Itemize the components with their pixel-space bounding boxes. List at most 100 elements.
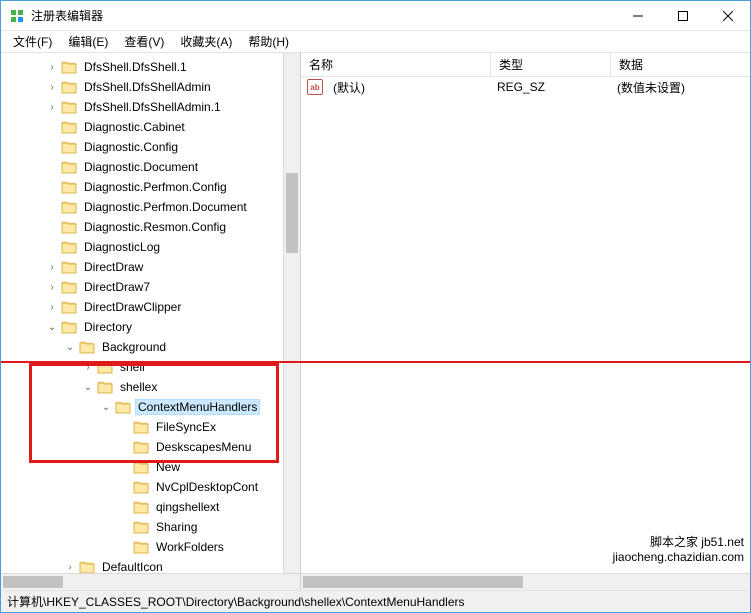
folder-icon xyxy=(61,140,77,154)
tree-node-label: New xyxy=(153,459,183,475)
menu-file[interactable]: 文件(F) xyxy=(5,31,60,52)
toggle-spacer xyxy=(117,500,131,514)
tree-node[interactable]: ›DirectDraw xyxy=(1,257,300,277)
value-data: (数值未设置) xyxy=(609,77,693,98)
tree-node[interactable]: ⌄shellex xyxy=(1,377,300,397)
folder-icon xyxy=(61,200,77,214)
expand-icon[interactable]: › xyxy=(81,360,95,374)
tree-node[interactable]: New xyxy=(1,457,300,477)
column-data[interactable]: 数据 xyxy=(611,52,750,77)
tree-node[interactable]: FileSyncEx xyxy=(1,417,300,437)
expand-icon[interactable]: › xyxy=(45,300,59,314)
statusbar: 计算机\HKEY_CLASSES_ROOT\Directory\Backgrou… xyxy=(1,590,750,612)
list-body[interactable]: ab (默认) REG_SZ (数值未设置) xyxy=(301,77,750,590)
expand-icon[interactable]: › xyxy=(45,260,59,274)
tree-node[interactable]: Diagnostic.Perfmon.Document xyxy=(1,197,300,217)
expand-icon[interactable]: › xyxy=(45,80,59,94)
tree-node[interactable]: NvCplDesktopCont xyxy=(1,477,300,497)
minimize-button[interactable] xyxy=(615,1,660,30)
tree-node[interactable]: DiagnosticLog xyxy=(1,237,300,257)
scrollbar-thumb[interactable] xyxy=(303,576,523,588)
registry-tree[interactable]: ›DfsShell.DfsShell.1›DfsShell.DfsShellAd… xyxy=(1,53,300,590)
window-title: 注册表编辑器 xyxy=(31,7,615,24)
menu-edit[interactable]: 编辑(E) xyxy=(60,31,116,52)
tree-node-label: Diagnostic.Cabinet xyxy=(81,119,188,135)
scrollbar-thumb[interactable] xyxy=(3,576,63,588)
list-header: 名称 类型 数据 xyxy=(301,53,750,77)
list-item[interactable]: ab (默认) REG_SZ (数值未设置) xyxy=(301,77,750,97)
titlebar[interactable]: 注册表编辑器 xyxy=(1,1,750,31)
toggle-spacer xyxy=(45,240,59,254)
toggle-spacer xyxy=(45,220,59,234)
collapse-icon[interactable]: ⌄ xyxy=(99,400,113,414)
expand-icon[interactable]: › xyxy=(45,100,59,114)
toggle-spacer xyxy=(45,160,59,174)
tree-node[interactable]: Diagnostic.Config xyxy=(1,137,300,157)
tree-node-label: DfsShell.DfsShellAdmin.1 xyxy=(81,99,224,115)
tree-node[interactable]: qingshellext xyxy=(1,497,300,517)
folder-icon xyxy=(97,380,113,394)
content-area: ›DfsShell.DfsShell.1›DfsShell.DfsShellAd… xyxy=(1,53,750,590)
folder-icon xyxy=(115,400,131,414)
tree-node[interactable]: › DfsShell.DfsShell.1 xyxy=(1,57,300,77)
column-type[interactable]: 类型 xyxy=(491,52,611,77)
folder-icon xyxy=(97,360,113,374)
tree-node[interactable]: Diagnostic.Perfmon.Config xyxy=(1,177,300,197)
menubar: 文件(F) 编辑(E) 查看(V) 收藏夹(A) 帮助(H) xyxy=(1,31,750,53)
tree-node[interactable]: › DfsShell.DfsShellAdmin.1 xyxy=(1,97,300,117)
tree-node[interactable]: Sharing xyxy=(1,517,300,537)
folder-icon xyxy=(79,340,95,354)
tree-node[interactable]: ⌄ Directory xyxy=(1,317,300,337)
tree-node[interactable]: DeskscapesMenu xyxy=(1,437,300,457)
tree-node[interactable]: ⌄ContextMenuHandlers xyxy=(1,397,300,417)
tree-node-label: qingshellext xyxy=(153,499,222,515)
folder-icon xyxy=(61,100,77,114)
tree-pane: ›DfsShell.DfsShell.1›DfsShell.DfsShellAd… xyxy=(1,53,301,590)
menu-favorites[interactable]: 收藏夹(A) xyxy=(172,31,240,52)
tree-node-label: Diagnostic.Document xyxy=(81,159,201,175)
tree-node[interactable]: Diagnostic.Resmon.Config xyxy=(1,217,300,237)
tree-node-label: DfsShell.DfsShell.1 xyxy=(81,59,190,75)
expand-icon[interactable]: › xyxy=(45,280,59,294)
folder-icon xyxy=(61,260,77,274)
collapse-icon[interactable]: ⌄ xyxy=(63,340,77,354)
status-path: 计算机\HKEY_CLASSES_ROOT\Directory\Backgrou… xyxy=(7,593,465,610)
tree-node[interactable]: ›shell xyxy=(1,357,300,377)
tree-node-label: DirectDrawClipper xyxy=(81,299,184,315)
collapse-icon[interactable]: ⌄ xyxy=(81,380,95,394)
registry-editor-window: 注册表编辑器 文件(F) 编辑(E) 查看(V) 收藏夹(A) 帮助(H) ›D… xyxy=(0,0,751,613)
expand-icon[interactable]: › xyxy=(45,60,59,74)
tree-node[interactable]: ⌄Background xyxy=(1,337,300,357)
tree-node-label: DeskscapesMenu xyxy=(153,439,254,455)
folder-icon xyxy=(133,480,149,494)
tree-node[interactable]: ›DirectDraw7 xyxy=(1,277,300,297)
column-name[interactable]: 名称 xyxy=(301,52,491,77)
tree-node-label: NvCplDesktopCont xyxy=(153,479,261,495)
folder-icon xyxy=(61,120,77,134)
tree-node-label: Diagnostic.Perfmon.Config xyxy=(81,179,230,195)
folder-icon xyxy=(133,500,149,514)
close-button[interactable] xyxy=(705,1,750,30)
tree-node[interactable]: WorkFolders xyxy=(1,537,300,557)
horizontal-scrollbar[interactable] xyxy=(1,573,300,590)
toggle-spacer xyxy=(45,120,59,134)
vertical-scrollbar[interactable] xyxy=(283,53,300,573)
expand-icon[interactable]: › xyxy=(63,560,77,574)
collapse-icon[interactable]: ⌄ xyxy=(45,320,59,334)
horizontal-scrollbar[interactable] xyxy=(301,573,750,590)
tree-node[interactable]: Diagnostic.Cabinet xyxy=(1,117,300,137)
folder-icon xyxy=(61,60,77,74)
toggle-spacer xyxy=(45,200,59,214)
tree-node[interactable]: › DirectDrawClipper xyxy=(1,297,300,317)
folder-icon xyxy=(133,440,149,454)
string-value-icon: ab xyxy=(307,79,323,95)
scrollbar-thumb[interactable] xyxy=(286,173,298,253)
toggle-spacer xyxy=(117,420,131,434)
tree-node-label: Directory xyxy=(81,319,135,335)
tree-node[interactable]: ›DfsShell.DfsShellAdmin xyxy=(1,77,300,97)
maximize-button[interactable] xyxy=(660,1,705,30)
tree-node[interactable]: Diagnostic.Document xyxy=(1,157,300,177)
menu-view[interactable]: 查看(V) xyxy=(116,31,172,52)
folder-icon xyxy=(133,420,149,434)
menu-help[interactable]: 帮助(H) xyxy=(240,31,297,52)
